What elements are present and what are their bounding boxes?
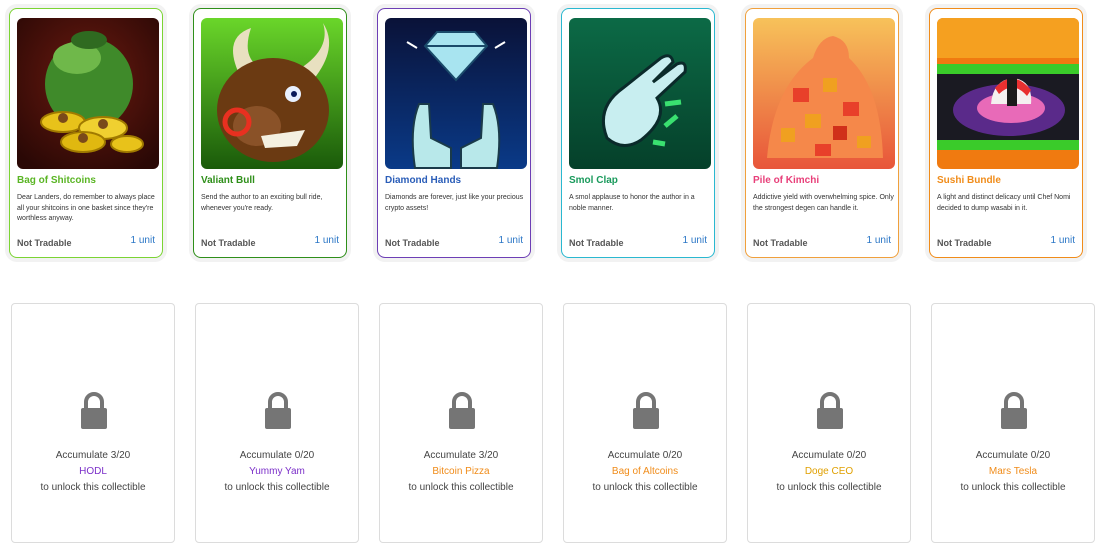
collectible-name: Doge CEO xyxy=(804,466,854,477)
collectible-card-smol-clap[interactable]: Smol Clap A smol applause to honor the a… xyxy=(561,8,715,258)
lock-icon xyxy=(449,392,475,429)
unlock-hint: to unlock this collectible xyxy=(40,482,146,493)
unit-count: 1 unit xyxy=(130,235,155,246)
collectible-name: Bitcoin Pizza xyxy=(432,466,490,477)
collectible-name: Bag of Altcoins xyxy=(611,466,679,477)
collectible-name: HODL xyxy=(79,466,107,477)
tradable-status: Not Tradable xyxy=(17,238,72,248)
diamond-hands-image xyxy=(385,18,527,169)
tradable-status: Not Tradable xyxy=(201,238,256,248)
accumulate-progress: Accumulate 3/20 xyxy=(55,450,131,461)
bag-of-shitcoins-image xyxy=(17,18,159,169)
card-title: Diamond Hands xyxy=(385,175,462,186)
card-title: Pile of Kimchi xyxy=(753,175,820,186)
lock-icon xyxy=(1001,392,1027,429)
card-title: Smol Clap xyxy=(569,175,618,186)
locked-collectible-yummy-yam[interactable]: Accumulate 0/20 Yummy Yam to unlock this… xyxy=(195,303,359,543)
card-title: Bag of Shitcoins xyxy=(17,175,96,186)
unit-count: 1 unit xyxy=(314,235,339,246)
collectible-card-valiant-bull[interactable]: Valiant Bull Send the author to an excit… xyxy=(193,8,347,258)
collectible-card-bag-of-shitcoins[interactable]: Bag of Shitcoins Dear Landers, do rememb… xyxy=(9,8,163,258)
locked-collectible-bag-of-altcoins[interactable]: Accumulate 0/20 Bag of Altcoins to unloc… xyxy=(563,303,727,543)
accumulate-progress: Accumulate 0/20 xyxy=(607,450,683,461)
accumulate-progress: Accumulate 0/20 xyxy=(239,450,315,461)
unlock-hint: to unlock this collectible xyxy=(224,482,330,493)
unlock-hint: to unlock this collectible xyxy=(408,482,514,493)
lock-icon xyxy=(265,392,291,429)
accumulate-progress: Accumulate 0/20 xyxy=(975,450,1051,461)
unit-count: 1 unit xyxy=(1050,235,1075,246)
locked-collectible-bitcoin-pizza[interactable]: Accumulate 3/20 Bitcoin Pizza to unlock … xyxy=(379,303,543,543)
tradable-status: Not Tradable xyxy=(569,238,624,248)
unit-count: 1 unit xyxy=(682,235,707,246)
valiant-bull-image xyxy=(201,18,343,169)
tradable-status: Not Tradable xyxy=(937,238,992,248)
locked-collectible-doge-ceo[interactable]: Accumulate 0/20 Doge CEO to unlock this … xyxy=(747,303,911,543)
card-description: Diamonds are forever, just like your pre… xyxy=(385,194,524,212)
collectible-name: Mars Tesla xyxy=(988,466,1038,477)
lock-icon xyxy=(81,392,107,429)
card-title: Sushi Bundle xyxy=(937,175,1001,186)
lock-icon xyxy=(817,392,843,429)
card-description: Send the author to an exciting bull ride… xyxy=(201,194,323,212)
unit-count: 1 unit xyxy=(866,235,891,246)
smol-clap-image xyxy=(569,18,711,169)
tradable-status: Not Tradable xyxy=(753,238,808,248)
card-description: A smol applause to honor the author in a… xyxy=(569,194,695,212)
unlock-hint: to unlock this collectible xyxy=(592,482,698,493)
unit-count: 1 unit xyxy=(498,235,523,246)
locked-collectible-hodl[interactable]: Accumulate 3/20 HODL to unlock this coll… xyxy=(11,303,175,543)
unlock-hint: to unlock this collectible xyxy=(776,482,882,493)
collectible-card-pile-of-kimchi[interactable]: Pile of Kimchi Addictive yield with over… xyxy=(745,8,899,258)
card-title: Valiant Bull xyxy=(201,175,255,186)
tradable-status: Not Tradable xyxy=(385,238,440,248)
collectible-name: Yummy Yam xyxy=(249,466,305,477)
card-description: Addictive yield with overwhelming spice.… xyxy=(753,194,894,212)
collectible-card-sushi-bundle[interactable]: Sushi Bundle A light and distinct delica… xyxy=(929,8,1083,258)
accumulate-progress: Accumulate 0/20 xyxy=(791,450,867,461)
sushi-bundle-image xyxy=(937,18,1079,169)
accumulate-progress: Accumulate 3/20 xyxy=(423,450,499,461)
pile-of-kimchi-image xyxy=(753,18,895,169)
unlock-hint: to unlock this collectible xyxy=(960,482,1066,493)
locked-collectible-mars-tesla[interactable]: Accumulate 0/20 Mars Tesla to unlock thi… xyxy=(931,303,1095,543)
collectible-card-diamond-hands[interactable]: Diamond Hands Diamonds are forever, just… xyxy=(377,8,531,258)
card-description: Dear Landers, do remember to always plac… xyxy=(17,194,155,222)
card-description: A light and distinct delicacy until Chef… xyxy=(937,194,1071,212)
lock-icon xyxy=(633,392,659,429)
